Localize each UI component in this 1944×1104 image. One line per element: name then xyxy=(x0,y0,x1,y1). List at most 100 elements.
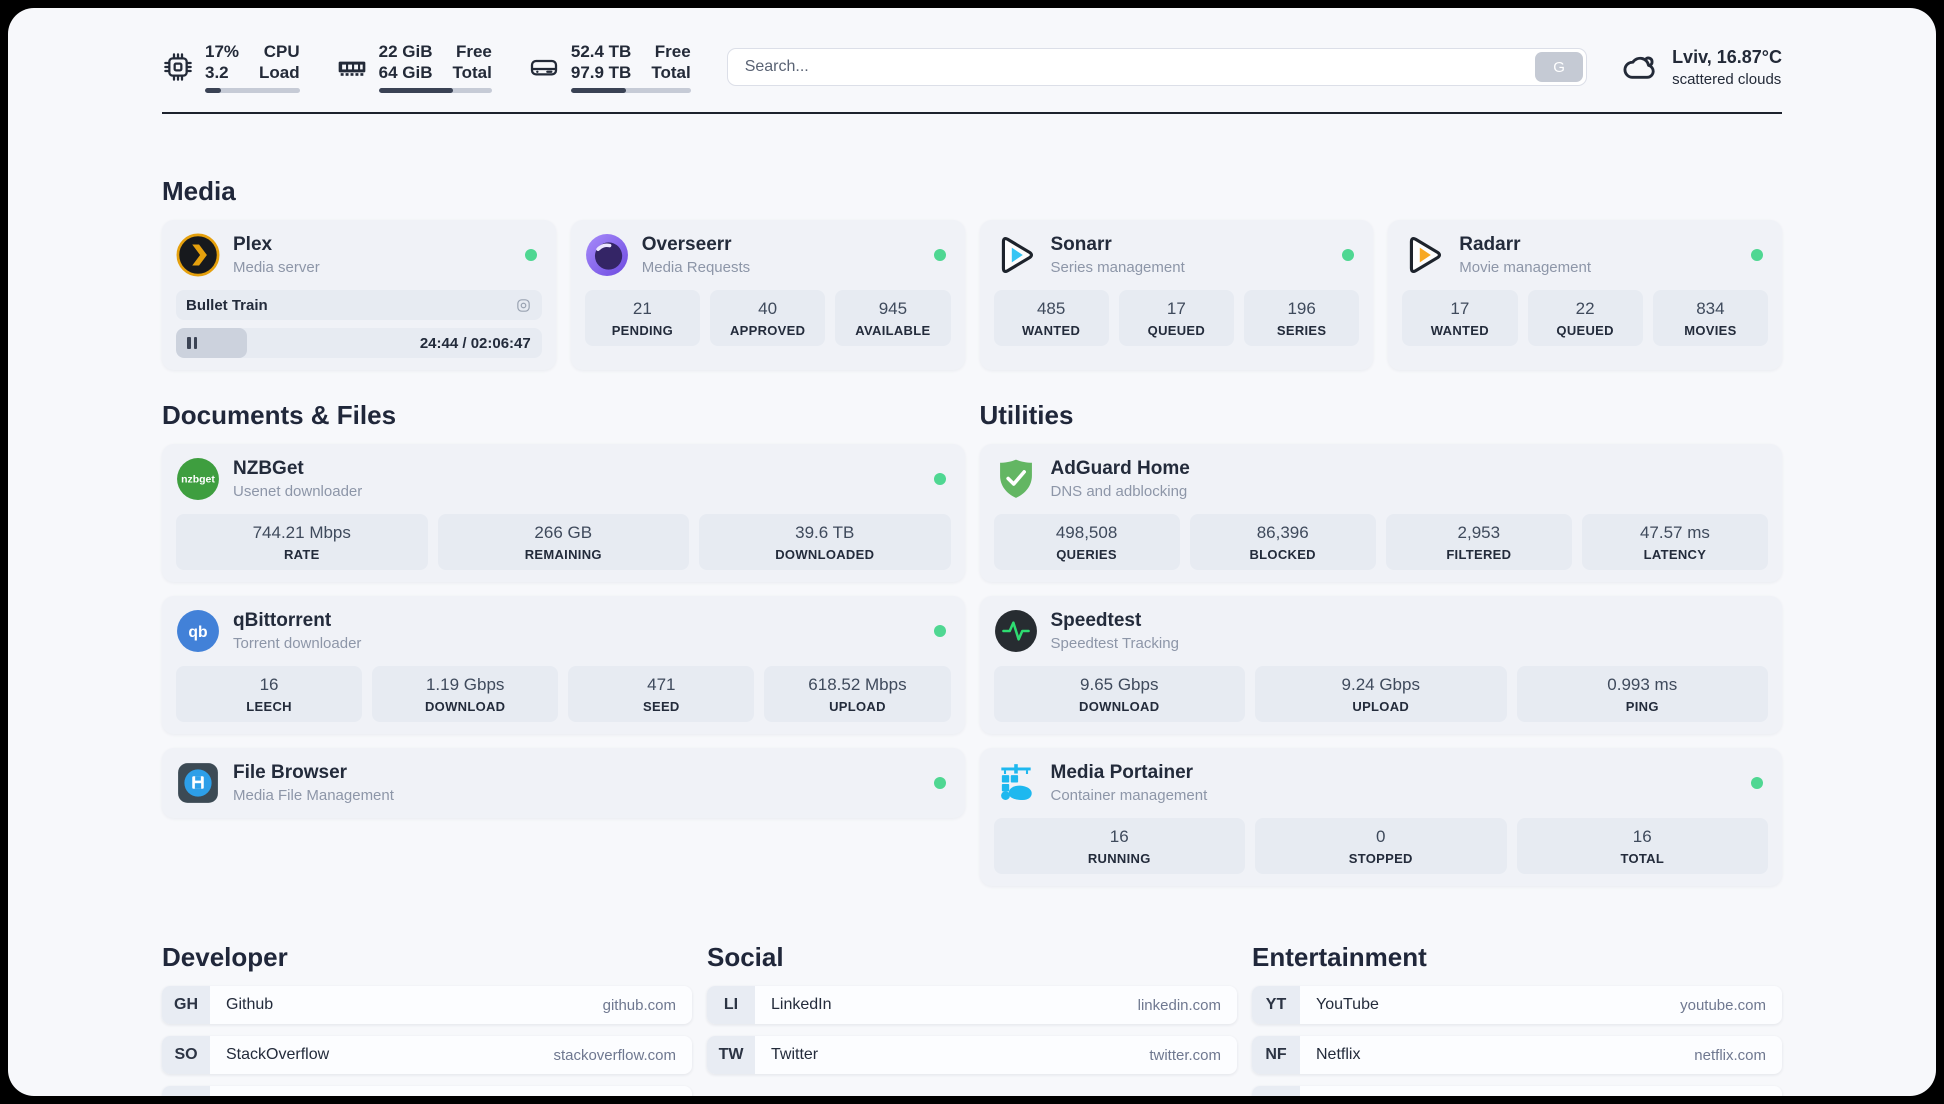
app-subtitle: Container management xyxy=(1050,787,1208,804)
stat-queries: 498,508 QUERIES xyxy=(993,514,1180,570)
now-playing-title: Bullet Train xyxy=(186,296,268,314)
app-card-adguard[interactable]: AdGuard Home DNS and adblocking 498,508 Q… xyxy=(979,444,1782,582)
stat-seed: 471 SEED xyxy=(568,666,755,722)
cpu-label: CPU xyxy=(263,42,300,61)
bookmark-abbr: YT xyxy=(1252,986,1300,1024)
playback-progress-bar: 24:44 / 02:06:47 xyxy=(176,328,542,358)
cpu-progress-bar xyxy=(205,88,300,93)
radarr-icon xyxy=(1410,237,1442,273)
bookmark-url: twitter.com xyxy=(1149,1046,1221,1064)
app-card-overseerr[interactable]: Overseerr Media Requests 21 PENDING 40 APP… xyxy=(570,220,965,370)
adguard-icon xyxy=(999,459,1032,498)
stat-stopped: 0 STOPPED xyxy=(1255,818,1507,874)
status-online-dot xyxy=(524,249,537,261)
bookmark-name: LinkedIn xyxy=(771,996,832,1013)
stat-wanted: 17 WANTED xyxy=(1402,290,1518,346)
qbittorrent-icon: qb xyxy=(177,610,219,652)
memory-free-label: Free xyxy=(455,42,492,61)
app-card-filebrowser[interactable]: File Browser Media File Management xyxy=(162,748,965,818)
app-card-portainer[interactable]: Media Portainer Container management 16 R… xyxy=(979,748,1782,886)
app-title: Sonarr xyxy=(1050,234,1112,255)
bookmark-github[interactable]: GH Github github.com xyxy=(162,986,692,1024)
header-divider xyxy=(162,112,1782,114)
app-title: Speedtest xyxy=(1050,610,1142,631)
cpu-load-label: Load xyxy=(259,63,300,82)
bookmark-abbr: NF xyxy=(1252,1036,1300,1074)
overseerr-icon xyxy=(585,234,628,276)
app-title: Media Portainer xyxy=(1050,762,1194,783)
status-online-dot xyxy=(933,625,946,637)
disk-usage-widget: 52.4 TB Free 97.9 TB Total xyxy=(528,41,691,93)
portainer-icon xyxy=(1000,764,1032,800)
svg-text:nzbget: nzbget xyxy=(181,475,215,486)
disk-progress-bar xyxy=(570,88,691,93)
stat-available: 945 AVAILABLE xyxy=(835,290,951,346)
bookmark-name: YouTube xyxy=(1316,996,1379,1013)
bookmark-twitter[interactable]: TW Twitter twitter.com xyxy=(707,1036,1237,1074)
app-card-radarr[interactable]: Radarr Movie management 17 WANTED 22 QUEUE… xyxy=(1388,220,1782,370)
camera-lens-icon xyxy=(516,298,530,312)
app-card-sonarr[interactable]: Sonarr Series management 485 WANTED 17 QUE… xyxy=(979,220,1374,370)
top-bar: 17% CPU 3.2 Load 22 GiB Free 64 GiB Tota… xyxy=(162,38,1782,96)
stat-filtered: 2,953 FILTERED xyxy=(1385,514,1572,570)
pause-icon[interactable] xyxy=(187,337,197,349)
stat-upload: 9.24 Gbps UPLOAD xyxy=(1255,666,1507,722)
stat-pending: 21 PENDING xyxy=(584,290,700,346)
memory-total-label: Total xyxy=(452,63,492,82)
app-subtitle: Torrent downloader xyxy=(233,635,362,652)
app-card-speedtest[interactable]: Speedtest Speedtest Tracking 9.65 Gbps DO… xyxy=(979,596,1782,734)
cpu-usage-widget: 17% CPU 3.2 Load xyxy=(162,41,300,93)
playback-time: 24:44 / 02:06:47 xyxy=(419,334,531,352)
stat-ping: 0.993 ms PING xyxy=(1516,666,1768,722)
status-online-dot xyxy=(1751,777,1763,789)
bookmark-abbr: TW xyxy=(707,1036,755,1074)
app-subtitle: Media File Management xyxy=(233,787,394,804)
app-title: File Browser xyxy=(233,762,348,783)
documents-column: Documents & Files nzbget NZBGet Usenet d… xyxy=(162,400,965,818)
bookmark-abbr: LI xyxy=(707,986,755,1024)
search-input[interactable] xyxy=(730,58,1536,76)
disk-total-label: Total xyxy=(651,63,691,82)
status-online-dot xyxy=(933,249,946,261)
developer-column: Developer GH Github github.com SO StackO… xyxy=(162,942,692,1096)
stat-wanted: 485 WANTED xyxy=(993,290,1109,346)
stat-leech: 16 LEECH xyxy=(176,666,363,722)
section-heading-utilities: Utilities xyxy=(979,400,1074,430)
cpu-icon xyxy=(164,53,192,81)
search-bar: G xyxy=(726,48,1588,86)
app-title: Radarr xyxy=(1459,234,1521,255)
speedtest-icon xyxy=(994,610,1037,652)
disk-free-value: 52.4 TB xyxy=(570,42,632,61)
stat-approved: 40 APPROVED xyxy=(710,290,826,346)
app-card-plex[interactable]: Plex Media server Bullet Train 24:44 / 0… xyxy=(162,220,556,370)
cloud-icon xyxy=(1623,56,1655,79)
bookmark-youtube[interactable]: YT YouTube youtube.com xyxy=(1252,986,1782,1024)
section-heading-developer: Developer xyxy=(162,942,288,972)
section-heading-social: Social xyxy=(707,942,784,972)
stat-total: 16 TOTAL xyxy=(1516,818,1768,874)
app-subtitle: Speedtest Tracking xyxy=(1050,635,1179,652)
bookmark-abbr: DT xyxy=(162,1086,210,1096)
bookmark-reddit[interactable]: RE Reddit reddit.com xyxy=(1252,1086,1782,1096)
bookmark-stackoverflow[interactable]: SO StackOverflow stackoverflow.com xyxy=(162,1036,692,1074)
app-title: qBittorrent xyxy=(233,610,332,631)
search-engine-button[interactable]: G xyxy=(1535,52,1584,82)
app-card-nzbget[interactable]: nzbget NZBGet Usenet downloader 744.21 M… xyxy=(162,444,965,582)
app-subtitle: Usenet downloader xyxy=(233,483,363,500)
bookmark-netflix[interactable]: NF Netflix netflix.com xyxy=(1252,1036,1782,1074)
bookmark-dev[interactable]: DT DEV dev.to xyxy=(162,1086,692,1096)
bookmark-abbr: SO xyxy=(162,1036,210,1074)
app-title: Plex xyxy=(233,234,273,255)
stat-upload: 618.52 Mbps UPLOAD xyxy=(764,666,951,722)
bookmark-url: linkedin.com xyxy=(1137,996,1221,1014)
screen-frame: 17% CPU 3.2 Load 22 GiB Free 64 GiB Tota… xyxy=(0,0,1944,1104)
bookmark-url: youtube.com xyxy=(1680,996,1766,1014)
app-card-qbittorrent[interactable]: qb qBittorrent Torrent downloader 16 LEEC… xyxy=(162,596,965,734)
sonarr-icon xyxy=(1001,237,1033,273)
disk-total-value: 97.9 TB xyxy=(570,63,632,82)
bookmark-linkedin[interactable]: LI LinkedIn linkedin.com xyxy=(707,986,1237,1024)
app-subtitle: Media Requests xyxy=(641,259,751,276)
memory-usage-widget: 22 GiB Free 64 GiB Total xyxy=(336,41,492,93)
stat-blocked: 86,396 BLOCKED xyxy=(1189,514,1376,570)
stat-running: 16 RUNNING xyxy=(993,818,1245,874)
